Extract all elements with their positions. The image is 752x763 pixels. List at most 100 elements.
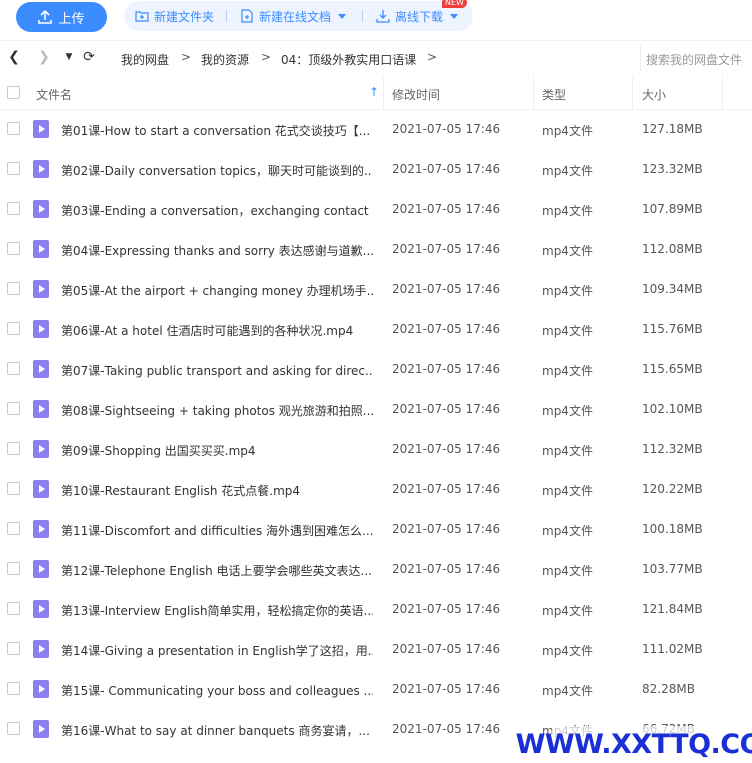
file-size: 100.18MB bbox=[642, 522, 703, 536]
row-checkbox[interactable] bbox=[7, 362, 20, 375]
file-name[interactable]: 第11课-Discomfort and difficulties 海外遇到困难怎… bbox=[61, 522, 373, 539]
table-row[interactable]: 第05课-At the airport + changing money 办理机… bbox=[0, 270, 752, 310]
new-folder-button[interactable]: 新建文件夹 bbox=[135, 1, 214, 31]
sort-ascending-icon[interactable]: ↑ bbox=[369, 85, 379, 99]
file-name[interactable]: 第10课-Restaurant English 花式点餐.mp4 bbox=[61, 482, 373, 499]
column-divider bbox=[383, 76, 384, 110]
row-checkbox[interactable] bbox=[7, 442, 20, 455]
table-row[interactable]: 第01课-How to start a conversation 花式交谈技巧【… bbox=[0, 110, 752, 150]
modified-time: 2021-07-05 17:46 bbox=[392, 722, 501, 736]
row-checkbox[interactable] bbox=[7, 122, 20, 135]
toolbar-actions: 新建文件夹 新建在线文档 NEW 离线下载 bbox=[124, 0, 473, 31]
video-file-icon bbox=[33, 280, 49, 298]
offline-download-button[interactable]: 离线下载 bbox=[376, 1, 459, 31]
row-checkbox[interactable] bbox=[7, 522, 20, 535]
row-checkbox[interactable] bbox=[7, 642, 20, 655]
table-row[interactable]: 第15课- Communicating your boss and collea… bbox=[0, 670, 752, 710]
file-type: mp4文件 bbox=[542, 524, 593, 538]
file-type: mp4文件 bbox=[542, 604, 593, 618]
upload-button[interactable]: 上传 bbox=[16, 2, 107, 32]
file-type: mp4文件 bbox=[542, 644, 593, 658]
table-row[interactable]: 第09课-Shopping 出国买买买.mp4 2021-07-05 17:46 m… bbox=[0, 430, 752, 470]
column-header-size[interactable]: 大小 bbox=[642, 86, 666, 103]
modified-time: 2021-07-05 17:46 bbox=[392, 562, 501, 576]
row-checkbox[interactable] bbox=[7, 402, 20, 415]
file-list: 第01课-How to start a conversation 花式交谈技巧【… bbox=[0, 110, 752, 750]
toolbar: 上传 新建文件夹 新建在线文档 NEW 离线下载 bbox=[0, 0, 752, 36]
table-row[interactable]: 第13课-Interview English简单实用，轻松搞定你的英语... 20… bbox=[0, 590, 752, 630]
column-divider bbox=[533, 76, 534, 110]
table-row[interactable]: 第02课-Daily conversation topics，聊天时可能谈到的.… bbox=[0, 150, 752, 190]
video-file-icon bbox=[33, 200, 49, 218]
column-header-type[interactable]: 类型 bbox=[542, 86, 566, 103]
select-all-checkbox[interactable] bbox=[7, 86, 20, 99]
file-name[interactable]: 第03课-Ending a conversation，exchanging co… bbox=[61, 202, 373, 219]
modified-time: 2021-07-05 17:46 bbox=[392, 122, 501, 136]
table-row[interactable]: 第12课-Telephone English 电话上要学会哪些英文表达... 20… bbox=[0, 550, 752, 590]
file-name[interactable]: 第12课-Telephone English 电话上要学会哪些英文表达... bbox=[61, 562, 373, 579]
file-name[interactable]: 第09课-Shopping 出国买买买.mp4 bbox=[61, 442, 373, 459]
file-name[interactable]: 第02课-Daily conversation topics，聊天时可能谈到的.… bbox=[61, 162, 373, 179]
modified-time: 2021-07-05 17:46 bbox=[392, 402, 501, 416]
file-name[interactable]: 第05课-At the airport + changing money 办理机… bbox=[61, 282, 373, 299]
table-row[interactable]: 第08课-Sightseeing + taking photos 观光旅游和拍照… bbox=[0, 390, 752, 430]
file-name[interactable]: 第14课-Giving a presentation in English学了这… bbox=[61, 642, 373, 659]
file-name[interactable]: 第08课-Sightseeing + taking photos 观光旅游和拍照… bbox=[61, 402, 373, 419]
row-checkbox[interactable] bbox=[7, 242, 20, 255]
table-row[interactable]: 第10课-Restaurant English 花式点餐.mp4 2021-07-… bbox=[0, 470, 752, 510]
row-checkbox[interactable] bbox=[7, 682, 20, 695]
video-file-icon bbox=[33, 680, 49, 698]
refresh-icon[interactable]: ⟳ bbox=[81, 49, 97, 65]
file-name[interactable]: 第04课-Expressing thanks and sorry 表达感谢与道歉… bbox=[61, 242, 373, 259]
column-header-name[interactable]: 文件名 bbox=[36, 86, 72, 103]
row-checkbox[interactable] bbox=[7, 162, 20, 175]
modified-time: 2021-07-05 17:46 bbox=[392, 642, 501, 656]
table-row[interactable]: 第04课-Expressing thanks and sorry 表达感谢与道歉… bbox=[0, 230, 752, 270]
file-size: 123.32MB bbox=[642, 162, 703, 176]
table-row[interactable]: 第06课-At a hotel 住酒店时可能遇到的各种状况.mp4 2021-07… bbox=[0, 310, 752, 350]
modified-time: 2021-07-05 17:46 bbox=[392, 362, 501, 376]
row-checkbox[interactable] bbox=[7, 482, 20, 495]
file-size: 82.28MB bbox=[642, 682, 695, 696]
modified-time: 2021-07-05 17:46 bbox=[392, 482, 501, 496]
breadcrumb-my-resources[interactable]: 我的资源 bbox=[201, 51, 249, 68]
file-size: 109.34MB bbox=[642, 282, 703, 296]
file-name[interactable]: 第06课-At a hotel 住酒店时可能遇到的各种状况.mp4 bbox=[61, 322, 373, 339]
table-row[interactable]: 第03课-Ending a conversation，exchanging co… bbox=[0, 190, 752, 230]
row-checkbox[interactable] bbox=[7, 322, 20, 335]
video-file-icon bbox=[33, 560, 49, 578]
table-row[interactable]: 第07课-Taking public transport and asking … bbox=[0, 350, 752, 390]
video-file-icon bbox=[33, 480, 49, 498]
column-header-modified[interactable]: 修改时间 bbox=[392, 86, 440, 103]
file-size: 121.84MB bbox=[642, 602, 703, 616]
file-name[interactable]: 第15课- Communicating your boss and collea… bbox=[61, 682, 373, 699]
modified-time: 2021-07-05 17:46 bbox=[392, 282, 501, 296]
new-online-doc-button[interactable]: 新建在线文档 bbox=[240, 1, 347, 31]
file-name[interactable]: 第07课-Taking public transport and asking … bbox=[61, 362, 373, 379]
file-name[interactable]: 第01课-How to start a conversation 花式交谈技巧【… bbox=[61, 122, 373, 139]
row-checkbox[interactable] bbox=[7, 282, 20, 295]
table-row[interactable]: 第14课-Giving a presentation in English学了这… bbox=[0, 630, 752, 670]
row-checkbox[interactable] bbox=[7, 722, 20, 735]
row-checkbox[interactable] bbox=[7, 562, 20, 575]
video-file-icon bbox=[33, 400, 49, 418]
history-dropdown-icon[interactable]: ▼ bbox=[61, 49, 77, 65]
file-size: 103.77MB bbox=[642, 562, 703, 576]
file-name[interactable]: 第16课-What to say at dinner banquets 商务宴请… bbox=[61, 722, 373, 739]
offline-download-label: 离线下载 bbox=[395, 9, 444, 24]
back-icon[interactable]: ❮ bbox=[6, 49, 22, 65]
row-checkbox[interactable] bbox=[7, 202, 20, 215]
file-type: mp4文件 bbox=[542, 204, 593, 218]
table-row[interactable]: 第11课-Discomfort and difficulties 海外遇到困难怎… bbox=[0, 510, 752, 550]
forward-icon[interactable]: ❯ bbox=[36, 49, 52, 65]
download-icon bbox=[376, 10, 390, 23]
chevron-down-icon bbox=[450, 13, 459, 19]
video-file-icon bbox=[33, 640, 49, 658]
file-name[interactable]: 第13课-Interview English简单实用，轻松搞定你的英语... bbox=[61, 602, 373, 619]
navigation-bar: ❮ ❯ ▼ ⟳ 我的网盘 > 我的资源 > 04：顶级外教实用口语课 > 搜索我… bbox=[0, 40, 752, 74]
row-checkbox[interactable] bbox=[7, 602, 20, 615]
file-size: 115.76MB bbox=[642, 322, 703, 336]
breadcrumb-my-drive[interactable]: 我的网盘 bbox=[121, 51, 169, 68]
file-type: mp4文件 bbox=[542, 684, 593, 698]
breadcrumb-separator: > bbox=[181, 50, 192, 64]
